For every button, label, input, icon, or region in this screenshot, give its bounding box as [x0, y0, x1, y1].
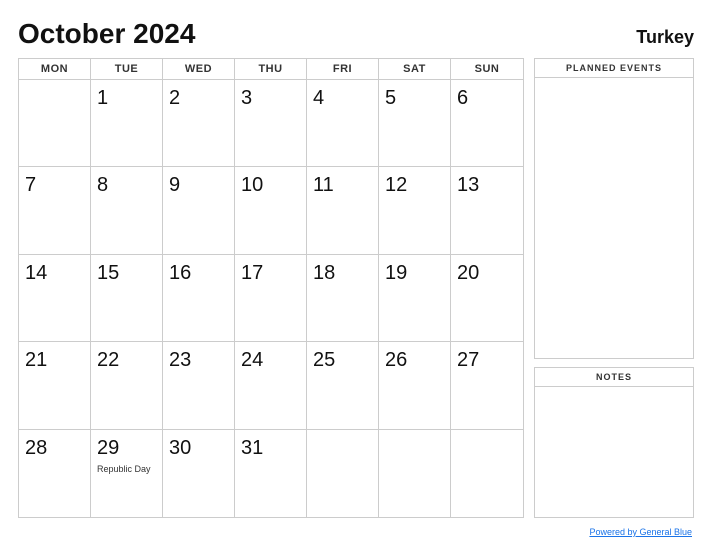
day-number: 26	[385, 348, 407, 372]
cal-cell: 7	[19, 167, 91, 254]
day-number: 1	[97, 86, 108, 110]
calendar-header: October 2024 Turkey	[18, 18, 694, 50]
day-number: 14	[25, 261, 47, 285]
day-number: 31	[241, 436, 263, 460]
calendar-title: October 2024	[18, 18, 195, 50]
cal-cell: 14	[19, 255, 91, 342]
cal-cell: 4	[307, 80, 379, 167]
cal-cell: 1	[91, 80, 163, 167]
footer: Powered by General Blue	[18, 522, 694, 540]
main-area: MONTUEWEDTHUFRISATSUN 123456789101112131…	[18, 58, 694, 518]
cal-cell: 16	[163, 255, 235, 342]
cal-cell	[379, 430, 451, 517]
cal-cell: 18	[307, 255, 379, 342]
notes-header: NOTES	[535, 368, 693, 387]
day-number: 16	[169, 261, 191, 285]
day-number: 2	[169, 86, 180, 110]
day-number: 29	[97, 436, 119, 460]
day-number: 28	[25, 436, 47, 460]
cal-cell: 28	[19, 430, 91, 517]
day-number: 27	[457, 348, 479, 372]
day-header-fri: FRI	[307, 59, 379, 79]
day-header-sun: SUN	[451, 59, 523, 79]
cal-cell: 17	[235, 255, 307, 342]
day-number: 4	[313, 86, 324, 110]
day-header-mon: MON	[19, 59, 91, 79]
day-number: 11	[313, 173, 334, 197]
day-number: 30	[169, 436, 191, 460]
day-number: 23	[169, 348, 191, 372]
day-number: 10	[241, 173, 263, 197]
day-number: 5	[385, 86, 396, 110]
cal-cell: 12	[379, 167, 451, 254]
cal-cell: 25	[307, 342, 379, 429]
planned-events-header: PLANNED EVENTS	[535, 59, 693, 78]
cal-cell: 23	[163, 342, 235, 429]
day-number: 25	[313, 348, 335, 372]
day-number: 8	[97, 173, 108, 197]
planned-events-box: PLANNED EVENTS	[534, 58, 694, 359]
cal-cell: 13	[451, 167, 523, 254]
day-number: 21	[25, 348, 47, 372]
day-number: 7	[25, 173, 36, 197]
day-number: 19	[385, 261, 407, 285]
day-number: 12	[385, 173, 407, 197]
cal-cell: 15	[91, 255, 163, 342]
cal-cell: 29 Republic Day	[91, 430, 163, 517]
day-number: 17	[241, 261, 263, 285]
cal-cell: 30	[163, 430, 235, 517]
cal-cell: 20	[451, 255, 523, 342]
cal-cell: 10	[235, 167, 307, 254]
cal-cell: 26	[379, 342, 451, 429]
notes-box: NOTES	[534, 367, 694, 518]
side-section: PLANNED EVENTS NOTES	[534, 58, 694, 518]
cal-cell: 6	[451, 80, 523, 167]
cal-cell: 3	[235, 80, 307, 167]
powered-by-link[interactable]: Powered by General Blue	[589, 527, 692, 537]
cal-cell: 27	[451, 342, 523, 429]
cal-cell: 2	[163, 80, 235, 167]
day-number: 9	[169, 173, 180, 197]
day-number: 20	[457, 261, 479, 285]
cal-cell	[451, 430, 523, 517]
day-header-wed: WED	[163, 59, 235, 79]
day-number: 24	[241, 348, 263, 372]
notes-body	[535, 387, 693, 517]
calendar-grid: 1234567891011121314151617181920212223242…	[19, 80, 523, 517]
cal-cell: 8	[91, 167, 163, 254]
day-number: 3	[241, 86, 252, 110]
day-headers: MONTUEWEDTHUFRISATSUN	[19, 59, 523, 80]
day-header-tue: TUE	[91, 59, 163, 79]
calendar-section: MONTUEWEDTHUFRISATSUN 123456789101112131…	[18, 58, 524, 518]
day-number: 13	[457, 173, 479, 197]
day-number: 15	[97, 261, 119, 285]
day-number: 18	[313, 261, 335, 285]
cal-cell: 31	[235, 430, 307, 517]
day-number: 6	[457, 86, 468, 110]
day-number: 22	[97, 348, 119, 372]
calendar-country: Turkey	[636, 27, 694, 48]
cal-cell: 5	[379, 80, 451, 167]
cal-cell: 22	[91, 342, 163, 429]
day-header-sat: SAT	[379, 59, 451, 79]
cal-cell: 9	[163, 167, 235, 254]
cal-cell: 19	[379, 255, 451, 342]
page: October 2024 Turkey MONTUEWEDTHUFRISATSU…	[0, 0, 712, 550]
cal-cell	[19, 80, 91, 167]
cal-cell: 11	[307, 167, 379, 254]
planned-events-body	[535, 78, 693, 358]
cal-cell	[307, 430, 379, 517]
cal-cell: 24	[235, 342, 307, 429]
day-header-thu: THU	[235, 59, 307, 79]
cal-cell: 21	[19, 342, 91, 429]
event-label: Republic Day	[97, 464, 151, 474]
